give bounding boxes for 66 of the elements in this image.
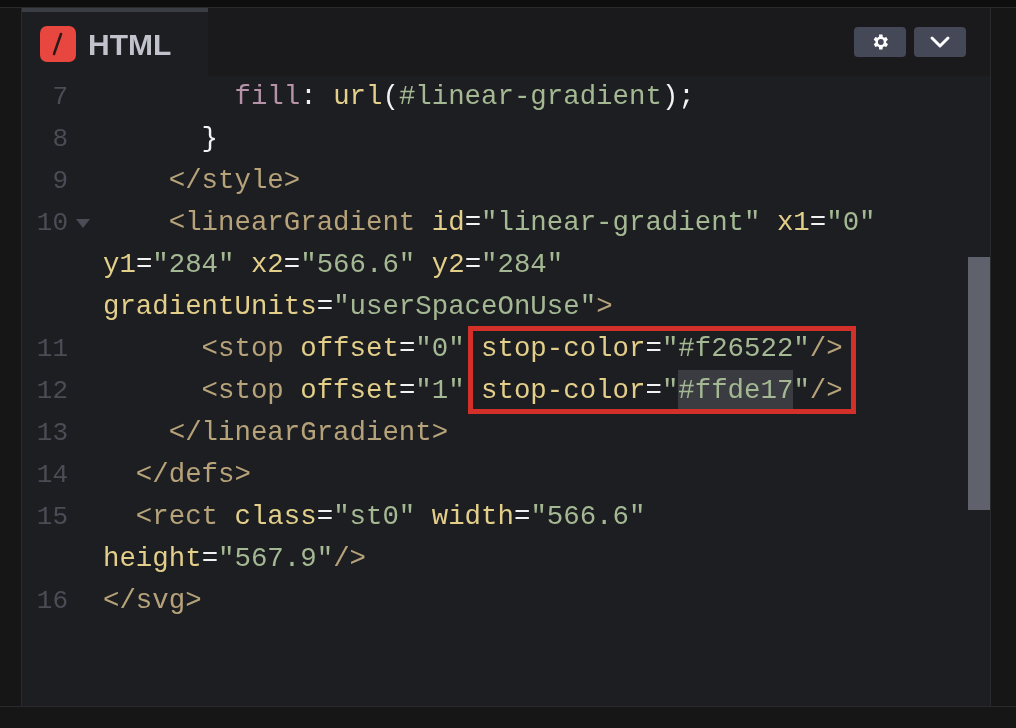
code-token: width bbox=[431, 500, 514, 535]
code-token: stop-color bbox=[481, 332, 646, 367]
code-token: = bbox=[135, 248, 153, 283]
code-token: "linear-gradient" bbox=[481, 206, 762, 241]
code-token: /> bbox=[809, 332, 843, 367]
settings-button[interactable] bbox=[854, 27, 906, 57]
code-token: x1 bbox=[776, 206, 810, 241]
code-token: = bbox=[809, 206, 827, 241]
code-token: > bbox=[596, 290, 613, 325]
selected-code-text: #ffde17 bbox=[678, 370, 794, 412]
code-token: "566.6" bbox=[530, 500, 646, 535]
html-logo-icon bbox=[40, 26, 76, 62]
code-token: = bbox=[201, 542, 219, 577]
code-token: <stop bbox=[200, 332, 285, 367]
code-token: id bbox=[431, 206, 465, 241]
code-token: "0" bbox=[415, 332, 466, 367]
code-token: = bbox=[398, 332, 416, 367]
code-token: fill bbox=[233, 80, 301, 115]
code-token: " bbox=[793, 374, 810, 409]
code-token: = bbox=[645, 332, 662, 367]
html-tab[interactable]: HTML bbox=[22, 8, 208, 76]
code-token: = bbox=[398, 374, 416, 409]
code-token: = bbox=[513, 500, 531, 535]
code-token: gradientUnits bbox=[103, 290, 317, 325]
code-token: "#f26522" bbox=[661, 332, 810, 367]
code-token: "userSpaceOnUse" bbox=[333, 290, 597, 325]
code-token: ); bbox=[661, 80, 695, 115]
code-token: = bbox=[464, 206, 482, 241]
code-token: /> bbox=[333, 542, 366, 577]
code-token: offset bbox=[300, 374, 399, 409]
code-token: = bbox=[464, 248, 482, 283]
code-token: url bbox=[333, 80, 383, 115]
dropdown-button[interactable] bbox=[914, 27, 966, 57]
code-token: " bbox=[661, 374, 679, 409]
code-token: "284" bbox=[152, 248, 236, 283]
code-token: "st0" bbox=[333, 500, 417, 535]
code-token: "0" bbox=[826, 206, 876, 241]
code-token: </linearGradient> bbox=[167, 416, 449, 451]
code-token: <stop bbox=[200, 374, 285, 409]
code-token: = bbox=[645, 374, 662, 409]
code-token: y1 bbox=[103, 248, 136, 283]
code-token: ( bbox=[382, 80, 399, 115]
scrollbar-thumb[interactable] bbox=[968, 257, 990, 510]
code-token: height bbox=[103, 542, 202, 577]
code-token: </defs> bbox=[134, 458, 251, 493]
code-token: y2 bbox=[431, 248, 465, 283]
code-token: "284" bbox=[481, 248, 564, 283]
chevron-down-icon bbox=[929, 35, 951, 49]
code-token: = bbox=[283, 248, 301, 283]
code-token: "1" bbox=[415, 374, 466, 409]
code-token: stop-color bbox=[481, 374, 646, 409]
code-token: #linear-gradient bbox=[398, 80, 662, 115]
code-token: "566.6" bbox=[300, 248, 417, 283]
code-token: = bbox=[316, 290, 334, 325]
code-token: } bbox=[200, 122, 219, 157]
code-token: = bbox=[316, 500, 334, 535]
code-token: x2 bbox=[250, 248, 284, 283]
code-token: </svg> bbox=[103, 584, 202, 619]
code-token: "567.9" bbox=[218, 542, 334, 577]
code-token: : bbox=[300, 80, 318, 115]
code-token: <linearGradient bbox=[167, 206, 417, 241]
code-token: offset bbox=[300, 332, 399, 367]
code-token: /> bbox=[809, 374, 843, 409]
code-token: <rect bbox=[134, 500, 220, 535]
code-token: </style> bbox=[167, 164, 301, 199]
code-token: class bbox=[234, 500, 317, 535]
